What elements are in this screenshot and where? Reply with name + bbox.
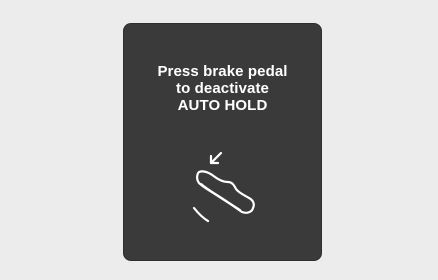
foot-on-brake-pedal-icon bbox=[192, 151, 255, 223]
message-line-2: to deactivate bbox=[176, 80, 269, 97]
cluster-display-panel: Press brake pedal to deactivate AUTO HOL… bbox=[124, 24, 321, 260]
foot-outline-icon bbox=[196, 170, 255, 214]
auto-hold-message: Press brake pedal to deactivate AUTO HOL… bbox=[124, 63, 321, 114]
message-line-1: Press brake pedal bbox=[157, 63, 288, 80]
brake-pedal-icon bbox=[192, 206, 210, 223]
press-arrow-icon bbox=[209, 151, 223, 165]
message-line-3: AUTO HOLD bbox=[177, 97, 268, 114]
